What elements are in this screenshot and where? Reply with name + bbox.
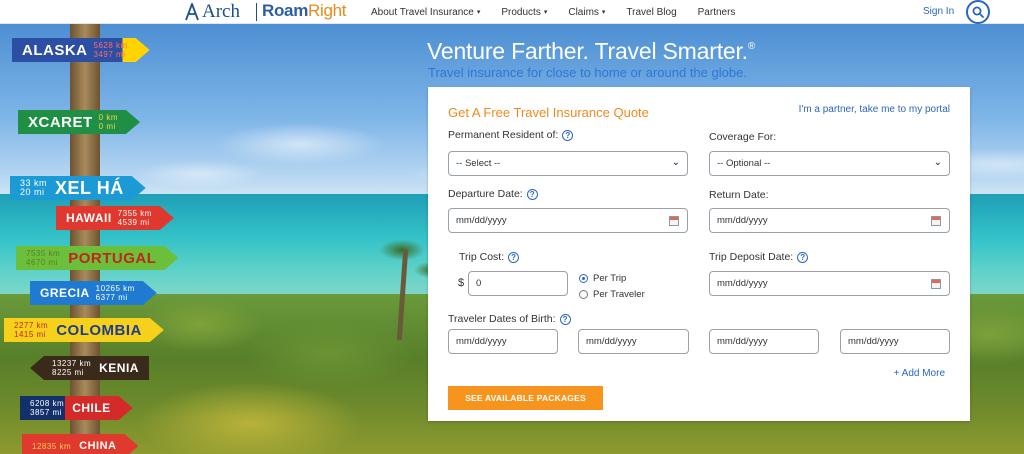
sign-portugal: 7535 km 4670 mi PORTUGAL (16, 246, 178, 270)
caret-down-icon: ▾ (476, 9, 481, 16)
sign-xcaret: XCARET 0 km 0 mi (18, 110, 140, 134)
roamright-logo-part2: Right (308, 1, 347, 20)
caret-down-icon: ▾ (543, 9, 548, 16)
help-icon[interactable]: ? (559, 313, 571, 325)
departure-label: Departure Date: ? (448, 188, 538, 200)
trip-cost-value: 0 (476, 278, 482, 289)
traveler-birthdate-input[interactable]: mm/dd/yyyy (840, 329, 950, 354)
per-trip-radio[interactable]: Per Trip (579, 273, 626, 284)
coverage-select-value: -- Optional -- (717, 158, 771, 169)
arch-logo-icon (185, 1, 199, 21)
help-icon[interactable]: ? (526, 188, 538, 200)
per-trip-label: Per Trip (593, 273, 627, 284)
sign-colombia: 2277 km 1415 mi COLOMBIA (4, 318, 164, 342)
roamright-logo[interactable]: RoamRight (262, 1, 347, 21)
caret-down-icon: ▾ (601, 9, 606, 16)
birthdates-label: Traveler Dates of Birth: ? (448, 313, 571, 325)
radio-unselected-icon (579, 290, 588, 299)
partner-portal-link[interactable]: I'm a partner, take me to my portal (799, 104, 950, 115)
registered-mark: ® (747, 41, 756, 52)
quote-form-title: Get A Free Travel Insurance Quote (448, 105, 649, 120)
deposit-date-input[interactable]: mm/dd/yyyy (709, 271, 950, 296)
top-navigation-bar: Arch RoamRight About Travel Insurance ▾ … (0, 0, 1024, 24)
residence-select-value: -- Select -- (456, 158, 501, 169)
chevron-down-icon: ⌄ (933, 157, 942, 168)
nav-partners[interactable]: Partners (698, 7, 736, 18)
hero-subtitle: Travel insurance for close to home or ar… (428, 65, 747, 80)
arch-logo-text: Arch (202, 1, 240, 22)
help-icon[interactable]: ? (562, 129, 574, 141)
arch-logo[interactable]: Arch (185, 1, 240, 23)
sign-china: 12835 km CHINA (22, 434, 138, 454)
departure-date-placeholder: mm/dd/yyyy (456, 215, 507, 226)
roamright-logo-part1: Roam (262, 1, 309, 20)
currency-symbol: $ (458, 277, 465, 289)
per-traveler-radio[interactable]: Per Traveler (579, 289, 645, 300)
main-menu: About Travel Insurance ▾ Products ▾ Clai… (371, 0, 756, 24)
chevron-down-icon: ⌄ (671, 157, 680, 168)
sign-xelha: 33 km 20 mi XEL HÁ (10, 176, 146, 200)
traveler-birthdate-input[interactable]: mm/dd/yyyy (448, 329, 558, 354)
nav-travel-blog[interactable]: Travel Blog (626, 7, 676, 18)
nav-claims[interactable]: Claims ▾ (568, 7, 605, 18)
sign-chile: 6208 km 3857 mi CHILE (20, 396, 133, 420)
per-traveler-label: Per Traveler (593, 289, 645, 300)
help-icon[interactable]: ? (508, 251, 520, 263)
deposit-date-label: Trip Deposit Date: ? (709, 251, 809, 263)
return-date-input[interactable]: mm/dd/yyyy (709, 208, 950, 233)
trip-cost-input[interactable]: 0 (468, 271, 568, 296)
traveler-birthdate-input[interactable]: mm/dd/yyyy (709, 329, 819, 354)
search-icon (972, 6, 984, 18)
sign-alaska: ALASKA 5628 km 3497 mi (12, 38, 150, 62)
sign-grecia: GRECIA 10265 km 6377 mi (30, 281, 157, 305)
sign-kenia: 13237 km 8225 mi KENIA (30, 356, 149, 380)
return-label: Return Date: (709, 189, 769, 201)
nav-about-travel-insurance[interactable]: About Travel Insurance ▾ (371, 7, 480, 18)
nav-label: Partners (697, 6, 736, 18)
departure-date-input[interactable]: mm/dd/yyyy (448, 208, 688, 233)
nav-label: Products (501, 6, 541, 18)
coverage-label: Coverage For: (709, 131, 777, 143)
nav-products[interactable]: Products ▾ (501, 7, 547, 18)
calendar-icon[interactable] (931, 279, 941, 289)
signpost-pole (70, 24, 100, 454)
radio-selected-icon (579, 274, 588, 283)
deposit-date-placeholder: mm/dd/yyyy (717, 278, 768, 289)
trip-cost-label: Trip Cost: ? (459, 251, 520, 263)
nav-label: Claims (568, 6, 599, 18)
sign-hawaii: HAWAII 7355 km 4539 mi (56, 206, 174, 230)
residence-select[interactable]: -- Select -- ⌄ (448, 151, 688, 176)
hero-title: Venture Farther. Travel Smarter.® (427, 38, 756, 64)
calendar-icon[interactable] (931, 216, 941, 226)
logo-divider (256, 3, 257, 21)
search-button[interactable] (966, 0, 990, 24)
residence-label: Permanent Resident of: ? (448, 129, 574, 141)
add-more-travelers-link[interactable]: + Add More (894, 368, 945, 379)
nav-label: About Travel Insurance (371, 6, 474, 18)
help-icon[interactable]: ? (797, 251, 809, 263)
calendar-icon[interactable] (669, 216, 679, 226)
quote-form-card: Get A Free Travel Insurance Quote I'm a … (428, 87, 970, 421)
see-packages-button[interactable]: SEE AVAILABLE PACKAGES (448, 386, 603, 410)
sign-in-link[interactable]: Sign In (923, 6, 954, 17)
nav-label: Travel Blog (626, 6, 677, 18)
traveler-birthdate-input[interactable]: mm/dd/yyyy (578, 329, 689, 354)
coverage-select[interactable]: -- Optional -- ⌄ (709, 151, 950, 176)
return-date-placeholder: mm/dd/yyyy (717, 215, 768, 226)
